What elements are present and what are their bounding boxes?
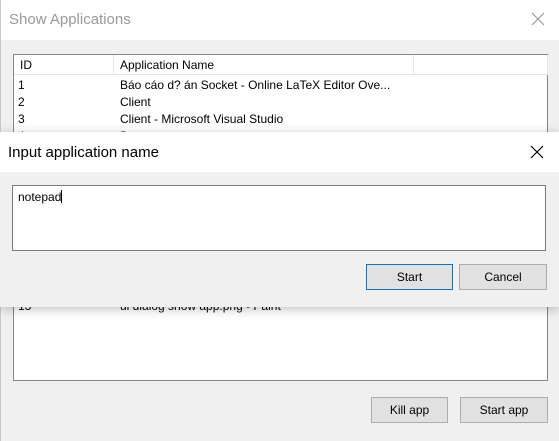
close-icon[interactable]: [529, 144, 545, 160]
dialog-title-bar: Input application name: [0, 132, 559, 172]
text-caret: [61, 190, 63, 203]
row-id: 3: [18, 112, 25, 126]
kill-app-button[interactable]: Kill app: [371, 397, 448, 423]
dialog-title: Input application name: [8, 144, 159, 161]
row-name: Báo cáo d? án Socket - Online LaTeX Edit…: [120, 78, 391, 92]
column-header-id[interactable]: ID: [14, 55, 114, 75]
column-header-application-name[interactable]: Application Name: [114, 55, 414, 75]
application-name-input[interactable]: notepad: [12, 185, 546, 251]
list-item[interactable]: 1 Báo cáo d? án Socket - Online LaTeX Ed…: [14, 77, 547, 94]
list-header: ID Application Name: [14, 55, 548, 75]
list-item[interactable]: 2 Client: [14, 94, 547, 111]
row-name: Client: [120, 95, 151, 109]
start-app-button[interactable]: Start app: [460, 397, 548, 423]
list-item[interactable]: 3 Client - Microsoft Visual Studio: [14, 111, 547, 128]
start-button[interactable]: Start: [366, 264, 453, 290]
input-text: notepad: [18, 190, 62, 204]
column-header-empty[interactable]: [414, 55, 548, 75]
close-icon[interactable]: [530, 11, 546, 27]
row-id: 2: [18, 95, 25, 109]
title-bar: Show Applications: [1, 0, 559, 40]
window-title: Show Applications: [9, 11, 131, 28]
row-id: 1: [18, 78, 25, 92]
input-application-dialog: Input application name notepad Start Can…: [0, 132, 559, 307]
row-name: Client - Microsoft Visual Studio: [120, 112, 284, 126]
cancel-button[interactable]: Cancel: [459, 264, 547, 290]
